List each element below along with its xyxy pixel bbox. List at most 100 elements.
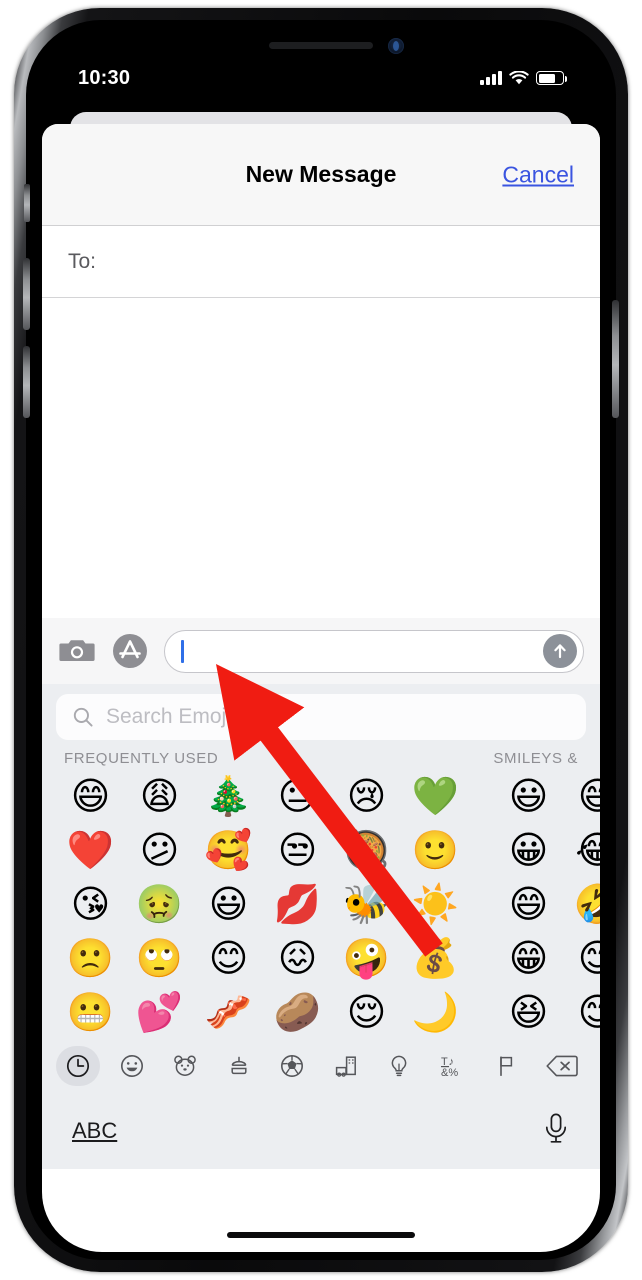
emoji-cell-frequently-used[interactable]: 😘 <box>56 877 125 931</box>
food-icon <box>231 1056 247 1075</box>
recipient-label: To: <box>68 249 97 273</box>
category-tab-activity[interactable] <box>270 1046 314 1086</box>
emoji-cell-frequently-used[interactable]: 😢 <box>332 769 401 823</box>
emoji-cell-smileys[interactable]: 😃 <box>494 769 563 823</box>
emoji-cell-frequently-used[interactable]: 🙄 <box>125 931 194 985</box>
emoji-cell-frequently-used[interactable]: 🙂 <box>401 823 470 877</box>
emoji-cell-frequently-used[interactable]: 😌 <box>332 985 401 1039</box>
search-input[interactable]: Search Emoji <box>56 694 586 740</box>
emoji-category-bar: T ♪ &% <box>42 1039 600 1093</box>
keyboard-bottom-row: ABC <box>42 1093 600 1169</box>
emoji-cell-smileys[interactable]: 😊 <box>563 931 600 985</box>
abc-keyboard-button[interactable]: ABC <box>72 1118 117 1144</box>
emoji-section-headers: FREQUENTLY USED SMILEYS & <box>42 748 600 769</box>
page-title: New Message <box>245 161 397 187</box>
emoji-cell-smileys[interactable]: 😂 <box>563 823 600 877</box>
message-text-field[interactable] <box>164 629 584 673</box>
emoji-grid: 😄 😩 🎄 😐 😢 💚 ❤️ 😕 🥰 😒 🥘 🙂 😘 🤢 😃 💋 🐝 ☀️ 🙁 🙄 😊 😖 🤪 💰 😬 💕 🥓 🥔 😌 🌙 😃 😅 😀 😂 😄 🤣 😁… <box>42 769 600 1039</box>
emoji-cell-smileys[interactable]: 😊 <box>563 985 600 1039</box>
search-placeholder-text: Search Emoji <box>106 705 231 728</box>
emoji-cell-frequently-used[interactable]: 😒 <box>263 823 332 877</box>
phone-screen: 10:30 New Message Cancel To: Search Emoj… <box>42 28 600 1252</box>
emoji-cell-frequently-used[interactable]: 💚 <box>401 769 470 823</box>
status-indicators <box>480 70 567 86</box>
wifi-icon <box>509 70 529 84</box>
emoji-cell-frequently-used[interactable]: 🥓 <box>194 985 263 1039</box>
lightbulb-icon <box>391 1055 407 1077</box>
section-header-frequently-used: FREQUENTLY USED <box>64 750 219 767</box>
emoji-cell-frequently-used[interactable]: 💋 <box>263 877 332 931</box>
volume-up-button[interactable] <box>23 258 30 330</box>
battery-icon <box>536 71 567 85</box>
emoji-cell-smileys[interactable]: 😁 <box>494 931 563 985</box>
cancel-button[interactable]: Cancel <box>502 161 574 188</box>
emoji-cell-frequently-used[interactable]: 💰 <box>401 931 470 985</box>
emoji-cell-smileys[interactable]: 😅 <box>563 769 600 823</box>
emoji-cell-smileys[interactable]: 😄 <box>494 877 563 931</box>
emoji-cell-frequently-used[interactable]: 😃 <box>194 877 263 931</box>
emoji-cell-frequently-used[interactable]: 🥰 <box>194 823 263 877</box>
emoji-cell-frequently-used[interactable]: 🌙 <box>401 985 470 1039</box>
category-tab-smileys[interactable] <box>110 1046 154 1086</box>
search-icon <box>73 707 93 727</box>
navigation-bar: New Message Cancel <box>42 124 600 226</box>
camera-icon[interactable] <box>58 632 96 670</box>
home-indicator <box>227 1232 415 1238</box>
emoji-cell-frequently-used[interactable]: 🐝 <box>332 877 401 931</box>
recipient-row[interactable]: To: <box>42 226 600 298</box>
emoji-cell-frequently-used[interactable]: ☀️ <box>401 877 470 931</box>
cellular-bars-icon <box>480 71 502 85</box>
travel-icon <box>335 1056 356 1077</box>
svg-text:&%: &% <box>441 1067 458 1079</box>
microphone-icon[interactable] <box>542 1112 570 1151</box>
emoji-cell-frequently-used[interactable]: 😐 <box>263 769 332 823</box>
text-cursor <box>181 639 184 663</box>
symbols-icon: T ♪ &% <box>440 1056 458 1079</box>
emoji-cell-frequently-used[interactable]: 🥘 <box>332 823 401 877</box>
category-tab-travel[interactable] <box>324 1046 368 1086</box>
emoji-cell-frequently-used[interactable]: 🎄 <box>194 769 263 823</box>
emoji-cell-frequently-used[interactable]: 😖 <box>263 931 332 985</box>
new-message-sheet: New Message Cancel To: Search Emoji FREQ… <box>42 124 600 1252</box>
power-button[interactable] <box>612 300 619 418</box>
soccer-icon <box>281 1055 304 1077</box>
emoji-pane-smileys: 😃 😅 😀 😂 😄 🤣 😁 😊 😆 😊 <box>494 769 600 1039</box>
send-button[interactable] <box>543 634 577 668</box>
emoji-cell-frequently-used[interactable]: 😩 <box>125 769 194 823</box>
emoji-cell-frequently-used[interactable]: 🤪 <box>332 931 401 985</box>
conversation-area <box>42 298 600 618</box>
app-store-icon[interactable] <box>112 633 148 669</box>
emoji-cell-frequently-used[interactable]: 🤢 <box>125 877 194 931</box>
emoji-cell-frequently-used[interactable]: 😄 <box>56 769 125 823</box>
status-bar: 10:30 <box>42 58 600 98</box>
clock-icon <box>66 1054 90 1078</box>
section-header-smileys: SMILEYS & <box>493 750 578 767</box>
emoji-cell-frequently-used[interactable]: 🙁 <box>56 931 125 985</box>
front-camera-icon <box>388 38 404 54</box>
emoji-cell-frequently-used[interactable]: 💕 <box>125 985 194 1039</box>
category-tab-flags[interactable] <box>484 1046 528 1086</box>
emoji-cell-frequently-used[interactable]: 😕 <box>125 823 194 877</box>
emoji-cell-frequently-used[interactable]: 😬 <box>56 985 125 1039</box>
volume-down-button[interactable] <box>23 346 30 418</box>
emoji-search-wrap: Search Emoji <box>42 684 600 748</box>
emoji-cell-smileys[interactable]: 🤣 <box>563 877 600 931</box>
category-tab-symbols[interactable]: T ♪ &% <box>431 1046 475 1086</box>
category-tab-food[interactable] <box>217 1046 261 1086</box>
emoji-cell-smileys[interactable]: 😆 <box>494 985 563 1039</box>
earpiece-speaker-icon <box>269 42 373 49</box>
backspace-delete-icon[interactable] <box>538 1046 586 1086</box>
status-time: 10:30 <box>78 66 131 89</box>
emoji-cell-smileys[interactable]: 😀 <box>494 823 563 877</box>
emoji-cell-frequently-used[interactable]: 😊 <box>194 931 263 985</box>
flag-icon <box>500 1056 513 1076</box>
send-arrow-up-icon <box>554 644 566 659</box>
emoji-keyboard: Search Emoji FREQUENTLY USED SMILEYS & 😄… <box>42 684 600 1169</box>
category-tab-objects[interactable] <box>377 1046 421 1086</box>
category-tab-animals[interactable] <box>163 1046 207 1086</box>
mute-switch-button[interactable] <box>24 184 30 222</box>
emoji-cell-frequently-used[interactable]: ❤️ <box>56 823 125 877</box>
emoji-cell-frequently-used[interactable]: 🥔 <box>263 985 332 1039</box>
category-tab-recents[interactable] <box>56 1046 100 1086</box>
smiley-icon <box>120 1055 143 1077</box>
